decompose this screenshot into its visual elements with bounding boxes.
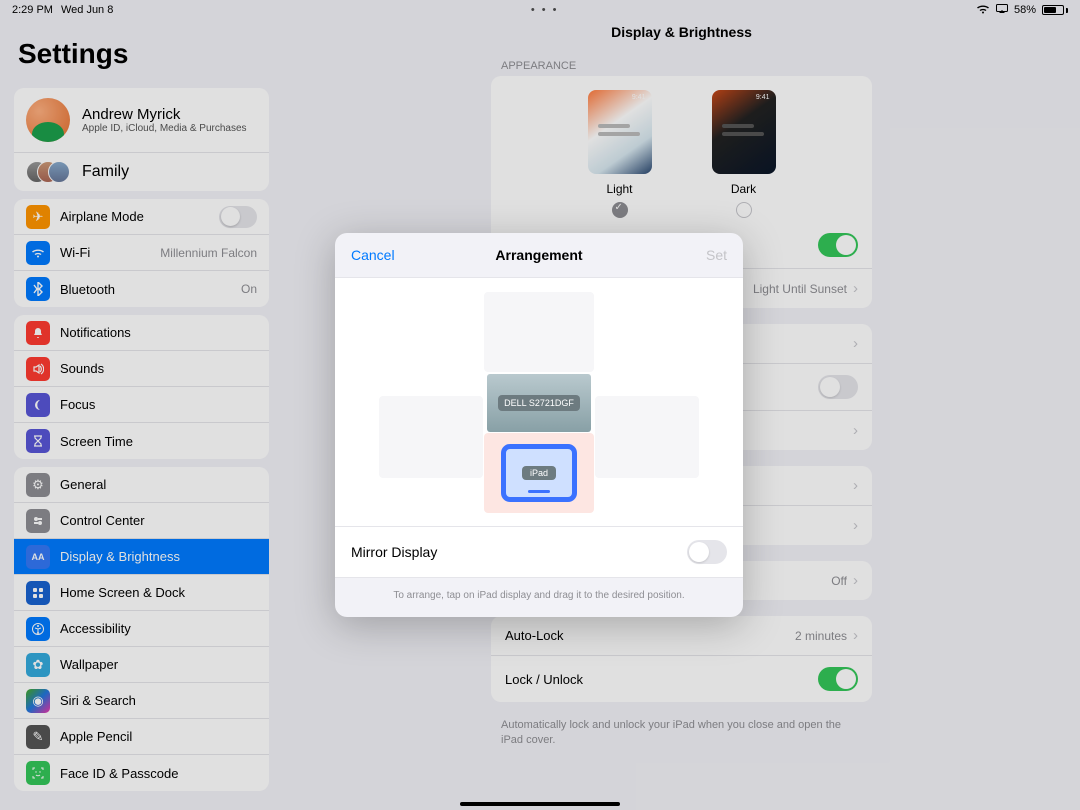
ipad-display[interactable]: iPad: [501, 444, 577, 502]
drop-slot-top[interactable]: [484, 292, 594, 372]
drop-slot-left[interactable]: [379, 396, 483, 478]
set-button[interactable]: Set: [706, 247, 727, 263]
status-bar: 2:29 PM Wed Jun 8 • • • 58%: [0, 0, 1080, 20]
external-display-label: DELL S2721DGF: [498, 395, 580, 411]
battery-percent: 58%: [1014, 4, 1036, 16]
arrangement-canvas[interactable]: DELL S2721DGF iPad: [335, 277, 743, 527]
drop-slot-right[interactable]: [595, 396, 699, 478]
arrangement-modal: Cancel Arrangement Set DELL S2721DGF iPa…: [335, 233, 743, 617]
airplay-icon: [996, 4, 1008, 17]
cancel-button[interactable]: Cancel: [351, 247, 395, 263]
home-indicator[interactable]: [460, 802, 620, 806]
status-date: Wed Jun 8: [61, 4, 113, 16]
modal-title: Arrangement: [335, 247, 743, 263]
wifi-icon: [976, 4, 990, 17]
arrangement-hint: To arrange, tap on iPad display and drag…: [335, 578, 743, 617]
status-time: 2:29 PM: [12, 4, 53, 16]
multitask-dots-icon[interactable]: • • •: [531, 4, 559, 16]
mirror-label: Mirror Display: [351, 544, 437, 560]
mirror-display-row[interactable]: Mirror Display: [335, 527, 743, 578]
external-display[interactable]: DELL S2721DGF: [487, 374, 591, 432]
mirror-toggle[interactable]: [687, 540, 727, 564]
ipad-label: iPad: [522, 466, 556, 480]
ipad-slot: iPad: [484, 433, 594, 513]
battery-icon: [1042, 5, 1068, 15]
